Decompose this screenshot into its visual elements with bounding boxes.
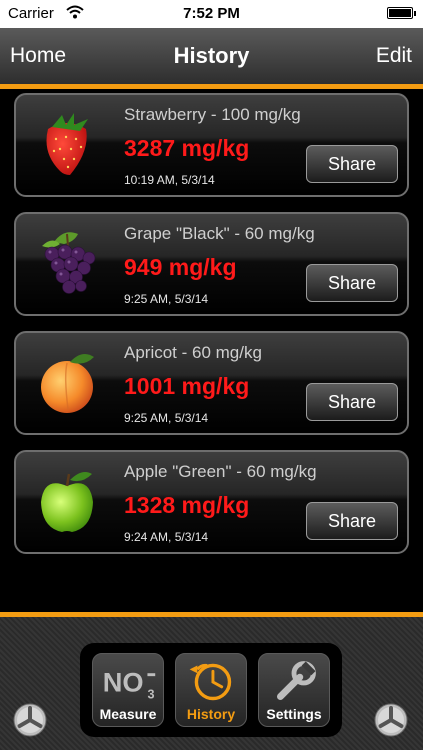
tab-label: History: [186, 706, 236, 722]
entry-name: Apricot - 60 mg/kg: [124, 343, 262, 362]
tab-history[interactable]: History: [175, 653, 247, 727]
navigation-bar: Home History Edit: [0, 28, 423, 89]
entry-value: 949 mg/kg: [124, 254, 237, 280]
tab-bar: NO 3 Measure History Settings: [0, 617, 423, 750]
tab-label: Settings: [266, 706, 322, 722]
share-button[interactable]: Share: [306, 264, 398, 302]
entry-value: 3287 mg/kg: [124, 135, 250, 161]
screw-icon: [374, 703, 408, 737]
history-entry[interactable]: Grape "Black" - 60 mg/kg 949 mg/kg 9:25 …: [14, 212, 409, 316]
entry-timestamp: 9:25 AM, 5/3/14: [124, 411, 209, 425]
entry-name: Strawberry - 100 mg/kg: [124, 105, 301, 124]
green-apple-icon: [41, 472, 93, 532]
apricot-icon: [41, 353, 94, 413]
history-list[interactable]: Strawberry - 100 mg/kg 3287 mg/kg 10:19 …: [0, 89, 423, 609]
entry-value: 1001 mg/kg: [124, 373, 250, 399]
tab-measure[interactable]: NO 3 Measure: [92, 653, 164, 727]
wrench-icon: [276, 661, 316, 700]
history-entry[interactable]: Apricot - 60 mg/kg 1001 mg/kg 9:25 AM, 5…: [14, 331, 409, 435]
share-button[interactable]: Share: [306, 502, 398, 540]
history-entry[interactable]: Apple "Green" - 60 mg/kg 1328 mg/kg 9:24…: [14, 450, 409, 554]
entry-timestamp: 9:25 AM, 5/3/14: [124, 292, 209, 306]
entry-value: 1328 mg/kg: [124, 492, 250, 518]
battery-icon: [387, 7, 416, 19]
grape-icon: [42, 232, 96, 294]
svg-text:NO: NO: [103, 667, 144, 698]
edit-button[interactable]: Edit: [376, 44, 412, 68]
status-time: 7:52 PM: [183, 5, 240, 22]
status-bar: Carrier 7:52 PM: [0, 0, 423, 28]
share-button[interactable]: Share: [306, 145, 398, 183]
tab-settings[interactable]: Settings: [258, 653, 330, 727]
entry-timestamp: 9:24 AM, 5/3/14: [124, 530, 209, 544]
svg-text:3: 3: [147, 688, 154, 702]
entry-name: Apple "Green" - 60 mg/kg: [124, 462, 317, 481]
history-entry[interactable]: Strawberry - 100 mg/kg 3287 mg/kg 10:19 …: [14, 93, 409, 197]
history-clock-icon: [189, 663, 232, 701]
strawberry-icon: [46, 113, 88, 175]
page-title: History: [173, 43, 250, 68]
screw-icon: [13, 703, 47, 737]
tab-panel: NO 3 Measure History Settings: [80, 643, 342, 737]
no3-icon: NO 3: [103, 667, 156, 702]
entry-name: Grape "Black" - 60 mg/kg: [124, 224, 315, 243]
share-button[interactable]: Share: [306, 383, 398, 421]
entry-timestamp: 10:19 AM, 5/3/14: [124, 173, 215, 187]
tab-label: Measure: [99, 706, 157, 722]
